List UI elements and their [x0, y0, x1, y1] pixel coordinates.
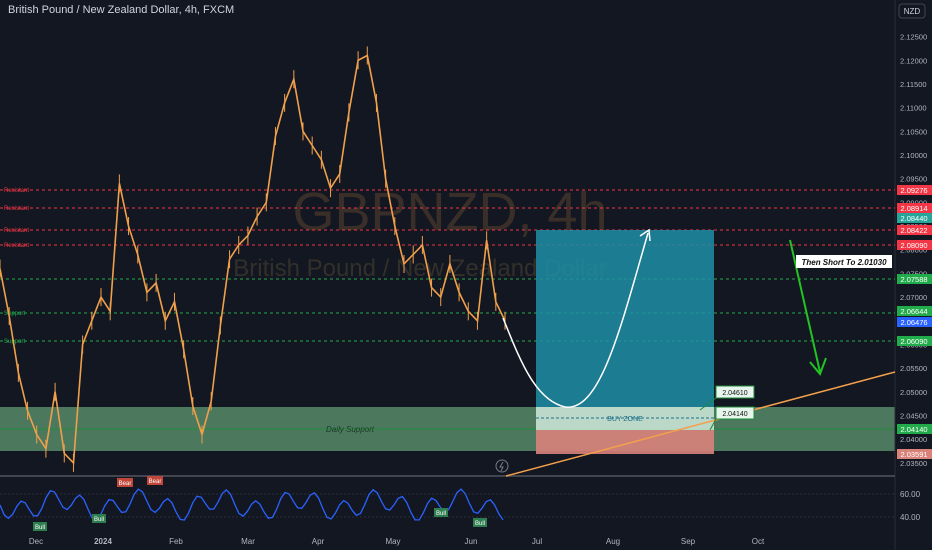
x-tick-0: Dec	[29, 537, 43, 546]
buy-zone-label: BUY ZONE	[607, 416, 643, 423]
y-tick-3: 2.11000	[900, 104, 927, 113]
target-box[interactable]	[536, 230, 714, 407]
x-tick-1: 2024	[94, 537, 112, 546]
y-tick-15: 2.05000	[900, 388, 927, 397]
resistance-label-2: Resistant	[4, 206, 29, 212]
y-tick-4: 2.10500	[900, 127, 927, 136]
support-label-2: Support	[4, 339, 25, 345]
x-tick-5: May	[385, 537, 400, 546]
zone-tag-bottom: 2.04140	[722, 411, 747, 418]
y-tick-16: 2.04500	[900, 412, 927, 421]
y-tick-5: 2.10000	[900, 151, 927, 160]
signal-bull-4: Bull	[475, 521, 485, 527]
price-chart[interactable]: GBPNZD, 4h British Pound / New Zealand D…	[0, 0, 932, 550]
x-tick-10: Oct	[752, 537, 765, 546]
y-tick-14: 2.05500	[900, 364, 927, 373]
x-tick-2: Feb	[169, 537, 183, 546]
price-tag-8: 2.06476	[900, 318, 927, 327]
signal-bull-1: Bull	[35, 525, 45, 531]
price-tag-3: 2.08440	[900, 214, 927, 223]
price-tag-11: 2.03591	[900, 450, 927, 459]
x-tick-6: Jun	[465, 537, 478, 546]
chart-title: British Pound / New Zealand Dollar, 4h, …	[8, 4, 235, 16]
price-tag-10: 2.04140	[900, 425, 927, 434]
x-tick-9: Sep	[681, 537, 696, 546]
daily-support-label: Daily Support	[326, 425, 375, 434]
signal-bull-2: Bull	[94, 517, 104, 523]
lightning-icon[interactable]	[495, 459, 509, 473]
y-tick-6: 2.09500	[900, 175, 927, 184]
support-label-1: Support	[4, 311, 25, 317]
signal-bear-1: Bear	[119, 481, 132, 487]
zone-tag-top: 2.04610	[722, 390, 747, 397]
y-axis[interactable]: 2.12500 2.12000 2.11500 2.11000 2.10500 2.100…	[900, 33, 927, 468]
resistance-label-4: Resistant	[4, 243, 29, 249]
oscillator-line	[0, 488, 504, 522]
price-tag-1: 2.09276	[900, 186, 927, 195]
signal-bear-2: Bear	[149, 479, 162, 485]
target-note: Then Short To 2.01030	[801, 258, 887, 267]
price-tag-5: 2.08090	[900, 241, 927, 250]
y-tick-18: 2.03500	[900, 459, 927, 468]
x-axis[interactable]: Dec 2024 Feb Mar Apr May Jun Jul Aug Sep Oct	[29, 537, 765, 546]
oscillator-group	[0, 488, 504, 522]
resistance-label-3: Resistant	[4, 228, 29, 234]
price-tag-2: 2.08914	[900, 204, 927, 213]
y-tick-2: 2.11500	[900, 80, 927, 89]
signal-bull-3: Bull	[436, 511, 446, 517]
y-tick-0: 2.12500	[900, 33, 927, 42]
x-tick-7: Jul	[532, 537, 542, 546]
osc-tick-60: 60.00	[900, 490, 921, 499]
x-tick-4: Apr	[312, 537, 325, 546]
x-tick-3: Mar	[241, 537, 255, 546]
osc-tick-40: 40.00	[900, 513, 921, 522]
price-tag-7: 2.06644	[900, 307, 927, 316]
price-tag-9: 2.06090	[900, 337, 927, 346]
stop-box[interactable]	[536, 430, 714, 454]
resistance-label-1: Resistant	[4, 188, 29, 194]
y-tick-17: 2.04000	[900, 435, 927, 444]
price-tag-6: 2.07588	[900, 275, 927, 284]
x-tick-8: Aug	[606, 537, 620, 546]
y-tick-1: 2.12000	[900, 56, 927, 65]
price-tag-4: 2.08422	[900, 226, 927, 235]
lightning-icon-glyph	[499, 461, 504, 472]
y-tick-11: 2.07000	[900, 293, 927, 302]
currency-button[interactable]: NZD	[904, 7, 921, 16]
